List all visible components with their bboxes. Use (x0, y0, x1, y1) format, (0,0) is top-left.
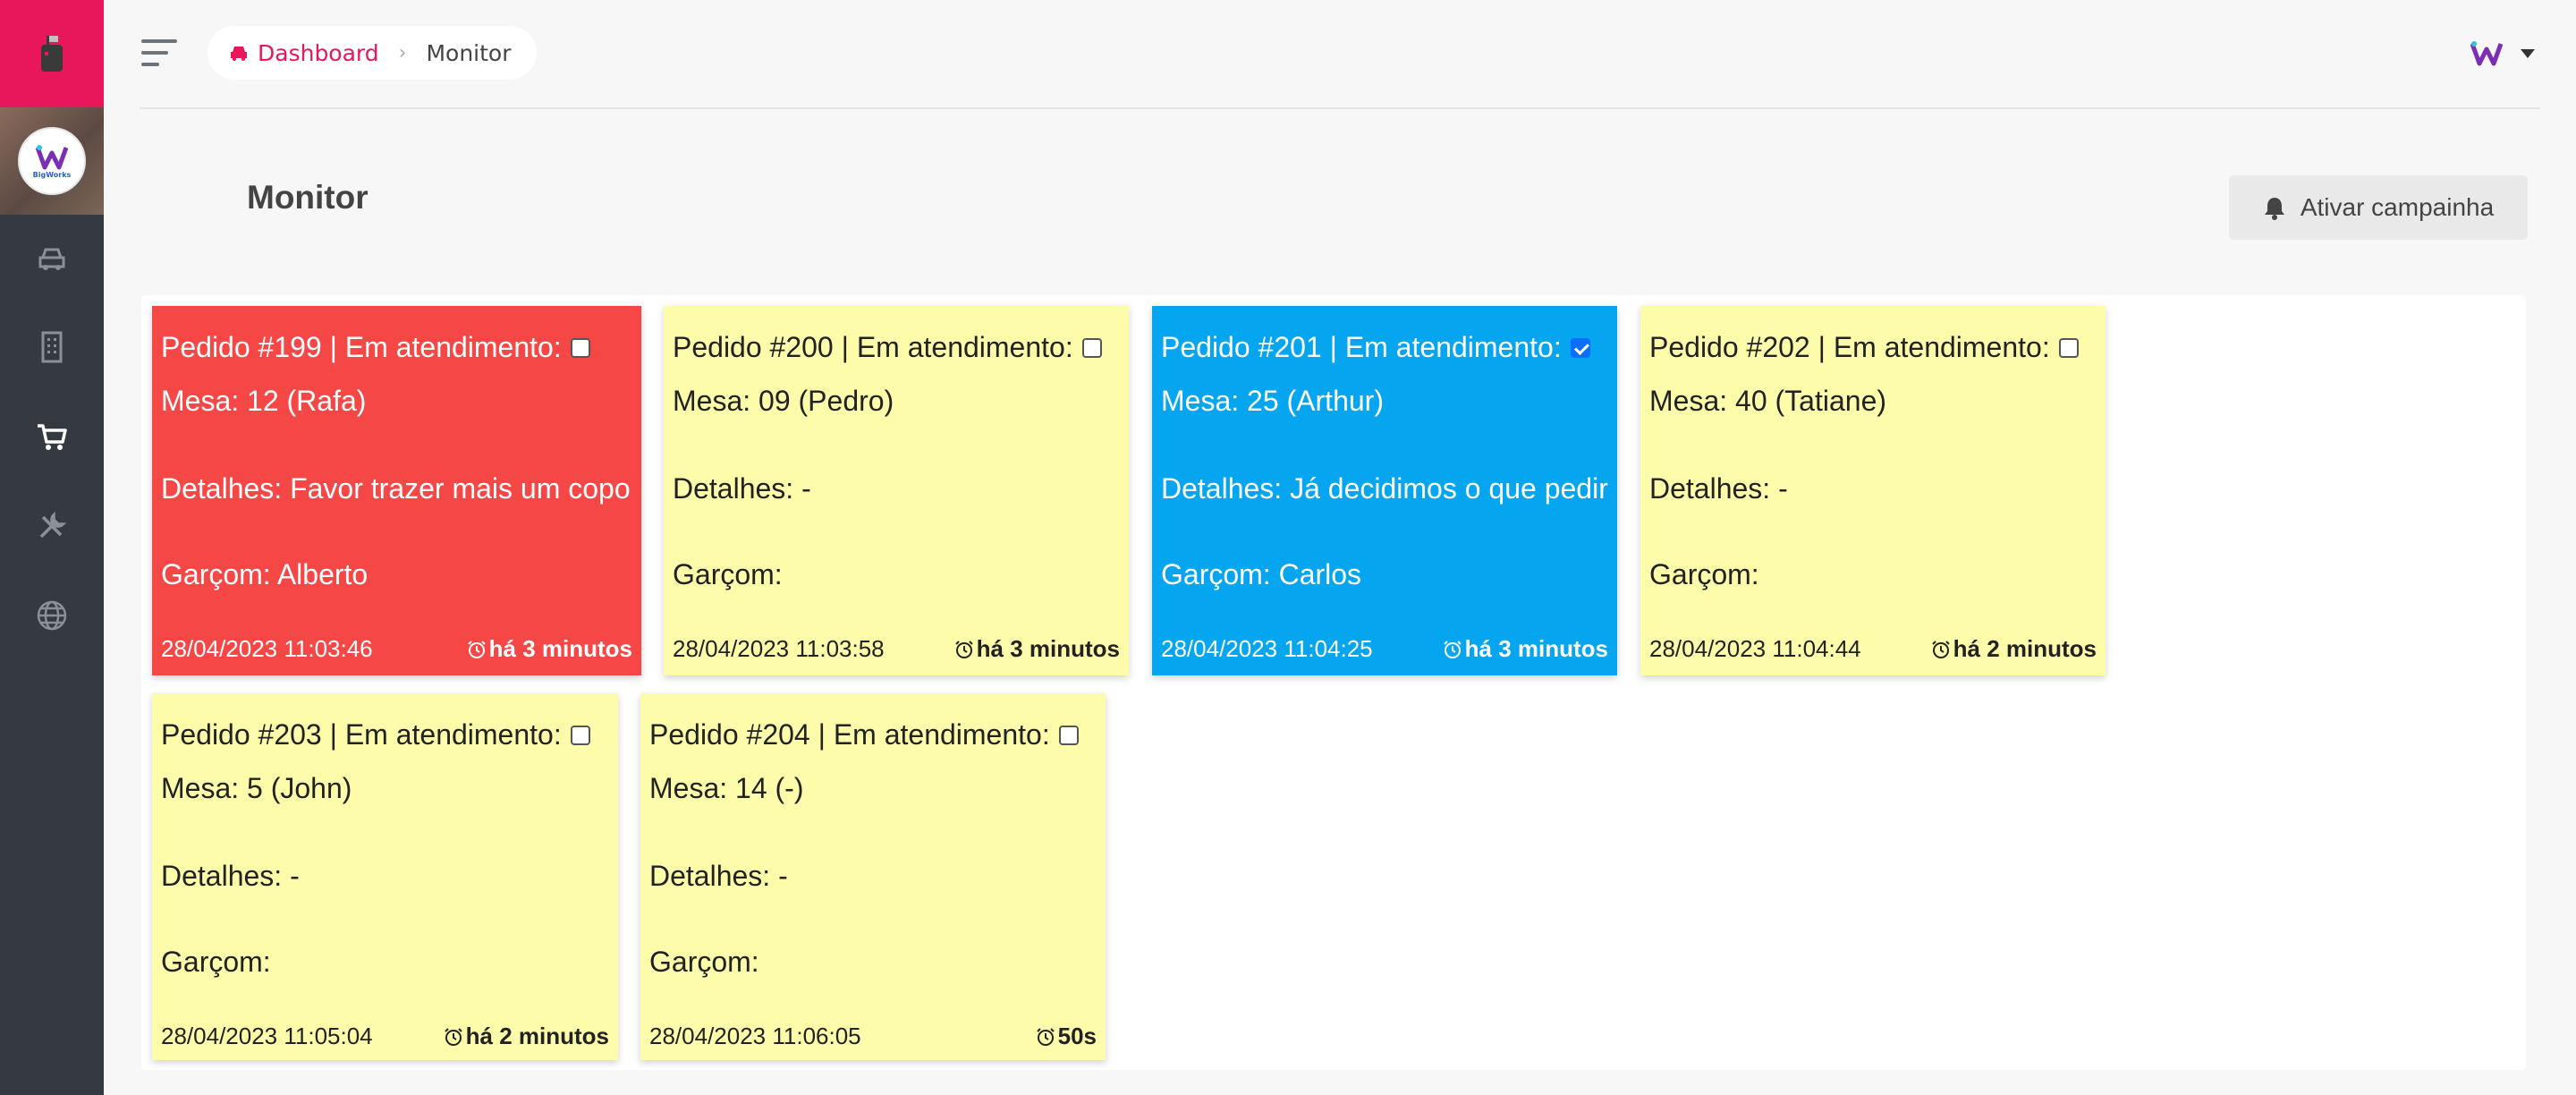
user-menu[interactable] (2465, 32, 2535, 75)
alarm-clock-icon (467, 640, 486, 658)
order-title: Pedido #204 | Em atendimento: (649, 718, 1050, 751)
breadcrumb-current: Monitor (426, 39, 512, 66)
order-card[interactable]: Pedido #200 | Em atendimento: Mesa: 09 (… (664, 306, 1129, 675)
order-datetime: 28/04/2023 11:03:46 (161, 635, 373, 662)
in-service-checkbox[interactable] (1081, 337, 1102, 358)
bell-icon (2264, 198, 2284, 220)
building-icon[interactable] (30, 326, 73, 369)
cart-icon[interactable] (30, 415, 73, 458)
breadcrumb-home-label: Dashboard (258, 39, 379, 66)
user-panel: BigWorks (0, 107, 104, 215)
app-logo[interactable] (0, 0, 104, 107)
in-service-checkbox[interactable] (2058, 337, 2079, 358)
order-waiter: Garçom: (673, 558, 783, 590)
order-card[interactable]: Pedido #203 | Em atendimento: Mesa: 5 (J… (152, 693, 618, 1060)
in-service-checkbox[interactable] (570, 337, 590, 358)
order-table: Mesa: 14 (-) (649, 772, 804, 804)
order-card[interactable]: Pedido #204 | Em atendimento: Mesa: 14 (… (640, 693, 1106, 1060)
in-service-checkbox[interactable] (570, 725, 590, 745)
order-title: Pedido #203 | Em atendimento: (161, 718, 562, 751)
order-waiter: Garçom: Carlos (1161, 558, 1362, 590)
order-waiter: Garçom: Alberto (161, 558, 369, 590)
order-elapsed: há 3 minutos (976, 635, 1120, 662)
order-waiter: Garçom: (1649, 558, 1759, 590)
orders-board: Pedido #199 | Em atendimento: Mesa: 12 (… (141, 295, 2526, 1070)
bigworks-logo-icon (2465, 32, 2508, 75)
in-service-checkbox[interactable] (1058, 725, 1079, 745)
order-details: Detalhes: Já decidimos o que pedir (1161, 472, 1608, 505)
order-elapsed: há 3 minutos (1464, 635, 1608, 662)
order-table: Mesa: 40 (Tatiane) (1649, 385, 1887, 417)
avatar-brand-text: BigWorks (32, 170, 72, 179)
order-card[interactable]: Pedido #201 | Em atendimento: Mesa: 25 (… (1152, 306, 1617, 675)
activate-bell-button[interactable]: Ativar campainha (2229, 175, 2528, 240)
breadcrumb: Dashboard › Monitor (208, 26, 537, 80)
menu-toggle-icon[interactable] (141, 39, 177, 66)
order-table: Mesa: 09 (Pedro) (673, 385, 894, 417)
mailbox-icon (41, 36, 63, 72)
order-card[interactable]: Pedido #199 | Em atendimento: Mesa: 12 (… (152, 306, 641, 675)
order-waiter: Garçom: (161, 946, 271, 978)
order-elapsed: 50s (1057, 1023, 1097, 1049)
order-details: Detalhes: Favor trazer mais um copo (161, 472, 631, 505)
order-table: Mesa: 12 (Rafa) (161, 385, 367, 417)
in-service-checkbox[interactable] (1570, 337, 1590, 358)
tools-icon[interactable] (30, 505, 73, 548)
header-divider (140, 107, 2540, 109)
alarm-clock-icon (954, 640, 973, 658)
page-title: Monitor (247, 179, 369, 216)
order-title: Pedido #202 | Em atendimento: (1649, 331, 2050, 363)
caret-down-icon (2521, 49, 2535, 58)
order-details: Detalhes: - (649, 860, 788, 892)
order-details: Detalhes: - (673, 472, 811, 505)
order-datetime: 28/04/2023 11:04:44 (1649, 635, 1861, 662)
order-table: Mesa: 25 (Arthur) (1161, 385, 1384, 417)
breadcrumb-home-link[interactable]: Dashboard (229, 40, 379, 66)
order-elapsed: há 2 minutos (465, 1023, 609, 1049)
alarm-clock-icon (444, 1027, 462, 1046)
order-datetime: 28/04/2023 11:03:58 (673, 635, 885, 662)
activate-bell-label: Ativar campainha (2300, 193, 2495, 221)
order-datetime: 28/04/2023 11:05:04 (161, 1023, 373, 1049)
top-bar: Dashboard › Monitor (104, 0, 2576, 107)
order-elapsed: há 3 minutos (488, 635, 632, 662)
order-table: Mesa: 5 (John) (161, 772, 352, 804)
order-details: Detalhes: - (161, 860, 300, 892)
sidebar: BigWorks (0, 0, 104, 1095)
car-icon[interactable] (30, 236, 73, 279)
bigworks-logo-icon (35, 144, 69, 169)
avatar[interactable]: BigWorks (18, 127, 86, 195)
order-details: Detalhes: - (1649, 472, 1788, 505)
order-datetime: 28/04/2023 11:04:25 (1161, 635, 1373, 662)
alarm-clock-icon (1036, 1027, 1055, 1046)
alarm-clock-icon (1443, 640, 1462, 658)
alarm-clock-icon (1931, 640, 1950, 658)
globe-icon[interactable] (30, 594, 73, 637)
order-title: Pedido #201 | Em atendimento: (1161, 331, 1562, 363)
order-waiter: Garçom: (649, 946, 759, 978)
order-title: Pedido #200 | Em atendimento: (673, 331, 1073, 363)
car-icon (231, 47, 247, 61)
order-datetime: 28/04/2023 11:06:05 (649, 1023, 861, 1049)
order-elapsed: há 2 minutos (1953, 635, 2097, 662)
order-card[interactable]: Pedido #202 | Em atendimento: Mesa: 40 (… (1640, 306, 2106, 675)
order-title: Pedido #199 | Em atendimento: (161, 331, 562, 363)
chevron-right-icon: › (398, 41, 407, 64)
